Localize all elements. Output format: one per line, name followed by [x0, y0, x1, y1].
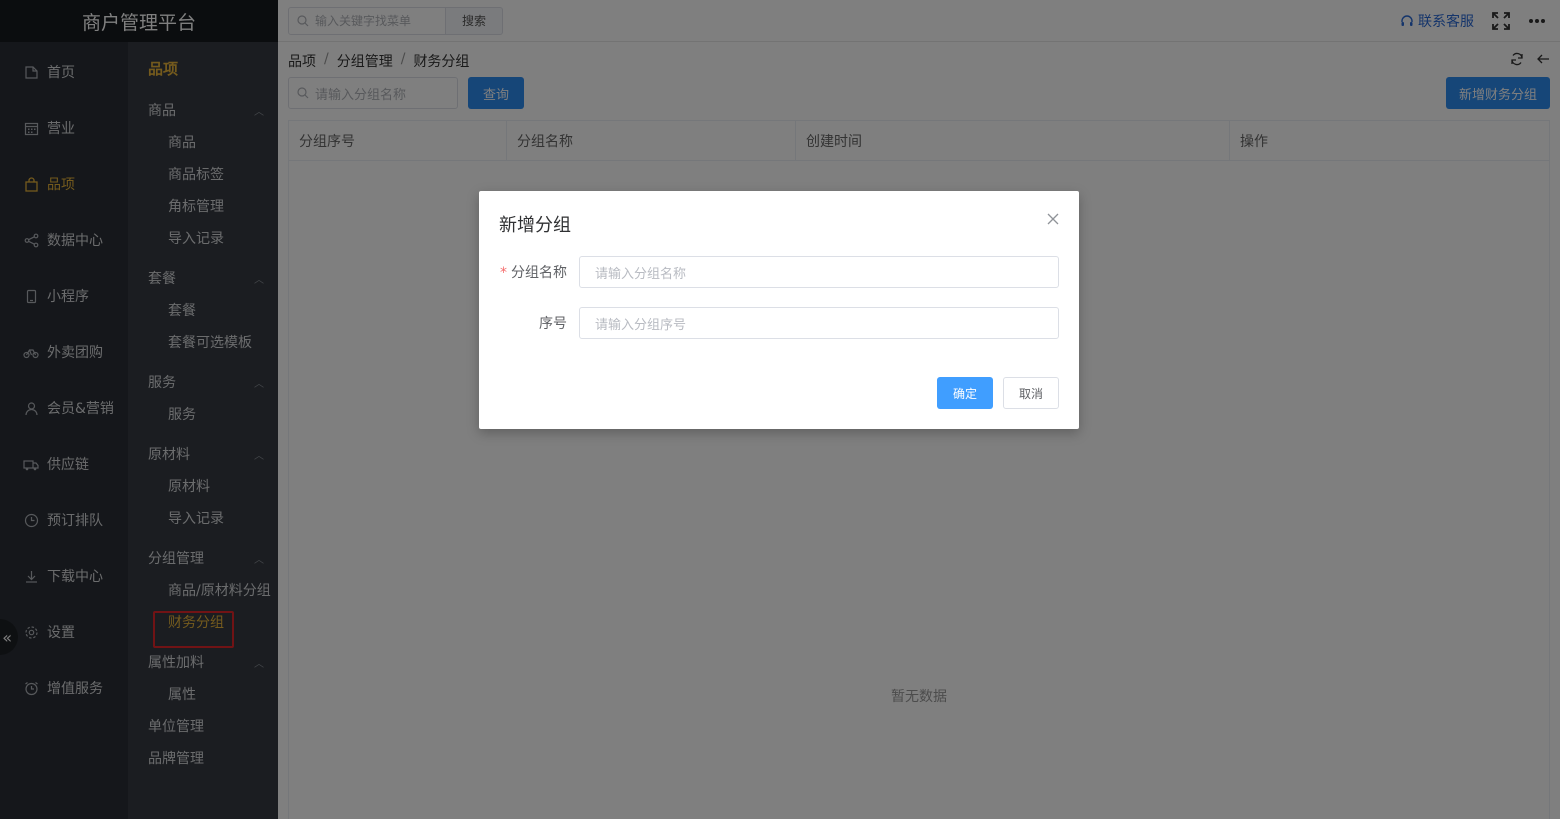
cancel-button[interactable]: 取消: [1003, 377, 1059, 409]
confirm-button[interactable]: 确定: [937, 377, 993, 409]
add-group-dialog: 新增分组 * 分组名称 请输入分组名称 序号 请输入分组序号 确定 取消: [479, 191, 1079, 429]
field-label: * 分组名称: [500, 265, 567, 281]
group-name-field[interactable]: 请输入分组名称: [579, 256, 1059, 288]
field-placeholder: 请输入分组序号: [595, 317, 687, 333]
field-label: 序号: [539, 316, 567, 332]
sequence-field[interactable]: 请输入分组序号: [579, 307, 1059, 339]
required-mark: *: [500, 265, 507, 281]
dialog-title: 新增分组: [499, 215, 571, 236]
form-row-group-name: * 分组名称 请输入分组名称: [479, 256, 1079, 288]
field-placeholder: 请输入分组名称: [595, 266, 687, 282]
form-row-sequence: 序号 请输入分组序号: [479, 307, 1079, 339]
close-icon[interactable]: [1047, 209, 1059, 230]
